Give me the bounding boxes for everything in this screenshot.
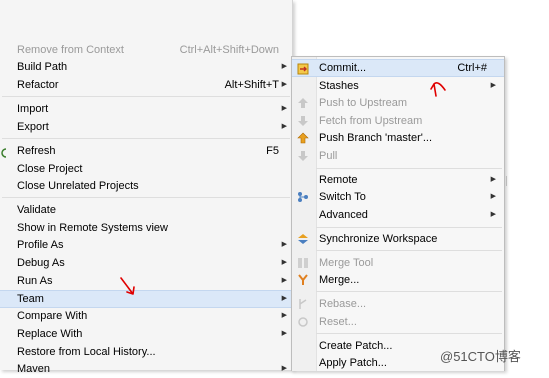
submenu-arrow-icon: ▶ xyxy=(281,81,287,88)
menu-item-debug-as[interactable]: Debug As ▶ xyxy=(0,254,292,272)
submenu-arrow-icon: ▶ xyxy=(281,312,287,319)
submenu-arrow-icon: ▶ xyxy=(281,277,287,284)
menu-item-show-in-remote-systems[interactable]: Show in Remote Systems view xyxy=(0,219,292,237)
menu-item-merge-tool[interactable]: Merge Tool xyxy=(292,254,504,272)
push-branch-icon xyxy=(297,132,309,144)
menu-item-stashes[interactable]: Stashes ▶ xyxy=(292,77,504,95)
rebase-icon xyxy=(297,298,309,310)
menu-item-maven[interactable]: Maven ▶ xyxy=(0,360,292,378)
submenu-arrow-icon: ▶ xyxy=(490,211,496,218)
menu-item-pull[interactable]: Pull xyxy=(292,147,504,165)
submenu-arrow-icon: ▶ xyxy=(281,63,287,70)
submenu-arrow-icon: ▶ xyxy=(490,176,496,183)
refresh-icon xyxy=(0,146,7,158)
menu-separator xyxy=(2,138,290,139)
menu-item-push-branch-master[interactable]: Push Branch 'master'... xyxy=(292,129,504,147)
submenu-arrow-icon: ▶ xyxy=(281,241,287,248)
menu-item-close-project[interactable]: Close Project xyxy=(0,160,292,178)
submenu-arrow-icon: ▶ xyxy=(490,82,496,89)
menu-separator xyxy=(316,333,502,334)
submenu-arrow-icon: ▶ xyxy=(281,105,287,112)
switch-branch-icon xyxy=(297,191,309,203)
menu-item-profile-as[interactable]: Profile As ▶ xyxy=(0,236,292,254)
watermark: @51CTO博客 xyxy=(440,349,521,364)
menu-item-run-as[interactable]: Run As ▶ xyxy=(0,272,292,290)
menu-item-advanced[interactable]: Advanced ▶ xyxy=(292,206,504,224)
menu-separator xyxy=(316,168,502,169)
menu-item-import[interactable]: Import ▶ xyxy=(0,100,292,118)
team-submenu: Commit... Ctrl+# Stashes ▶ Push to Upstr… xyxy=(291,56,505,371)
menu-item-switch-to[interactable]: Switch To ▶ xyxy=(292,188,504,206)
commit-icon xyxy=(297,63,309,75)
menu-separator xyxy=(316,227,502,228)
submenu-arrow-icon: ▶ xyxy=(281,123,287,130)
menu-item-compare-with[interactable]: Compare With ▶ xyxy=(0,307,292,325)
menu-item-push-to-upstream[interactable]: Push to Upstream xyxy=(292,94,504,112)
menu-item-team[interactable]: Team ▶ xyxy=(0,290,292,308)
menu-item-refactor[interactable]: Refactor Alt+Shift+T ▶ xyxy=(0,76,292,94)
submenu-arrow-icon: ▶ xyxy=(281,330,287,337)
merge-icon xyxy=(297,274,309,286)
menu-item-remote[interactable]: Remote ▶ xyxy=(292,171,504,189)
menu-separator xyxy=(2,197,290,198)
menu-item-refresh[interactable]: Refresh F5 xyxy=(0,142,292,160)
context-menu: Remove from Context Ctrl+Alt+Shift+Down … xyxy=(0,0,293,375)
fetch-upstream-icon xyxy=(297,115,309,127)
menu-item-rebase[interactable]: Rebase... xyxy=(292,295,504,313)
menu-item-build-path[interactable]: Build Path ▶ xyxy=(0,58,292,76)
submenu-arrow-icon: ▶ xyxy=(281,295,287,302)
menu-item-synchronize-workspace[interactable]: Synchronize Workspace xyxy=(292,230,504,248)
push-upstream-icon xyxy=(297,97,309,109)
menu-item-replace-with[interactable]: Replace With ▶ xyxy=(0,325,292,343)
menu-item-fetch-from-upstream[interactable]: Fetch from Upstream xyxy=(292,112,504,130)
menu-item-validate[interactable]: Validate xyxy=(0,201,292,219)
menu-item-merge[interactable]: Merge... xyxy=(292,271,504,289)
menu-separator xyxy=(316,291,502,292)
menu-separator xyxy=(316,250,502,251)
menu-item-commit[interactable]: Commit... Ctrl+# xyxy=(292,59,504,77)
synchronize-icon xyxy=(297,233,309,245)
merge-tool-icon xyxy=(297,257,309,269)
menu-item-close-unrelated-projects[interactable]: Close Unrelated Projects xyxy=(0,177,292,195)
submenu-arrow-icon: ▶ xyxy=(490,193,496,200)
submenu-arrow-icon: ▶ xyxy=(281,365,287,372)
reset-icon xyxy=(297,316,309,328)
menu-item-export[interactable]: Export ▶ xyxy=(0,118,292,136)
menu-item-remove-from-context[interactable]: Remove from Context Ctrl+Alt+Shift+Down xyxy=(0,41,292,59)
menu-item-restore-from-local-history[interactable]: Restore from Local History... xyxy=(0,343,292,361)
window-edge xyxy=(506,176,510,186)
menu-separator xyxy=(2,96,290,97)
pull-icon xyxy=(297,150,309,162)
submenu-arrow-icon: ▶ xyxy=(281,259,287,266)
menu-item-reset[interactable]: Reset... xyxy=(292,313,504,331)
